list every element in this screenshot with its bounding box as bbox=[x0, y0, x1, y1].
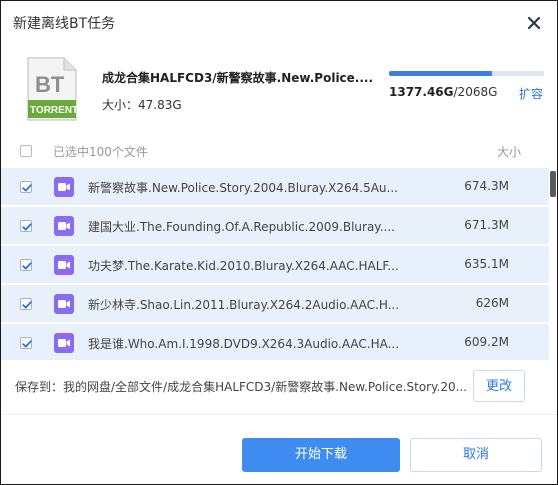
storage-progress-bar bbox=[389, 71, 544, 76]
video-file-icon bbox=[54, 255, 74, 275]
video-file-icon bbox=[54, 177, 74, 197]
close-icon[interactable] bbox=[527, 15, 541, 30]
storage-used: 1377.46G bbox=[389, 85, 454, 99]
size-column-header: 大小 bbox=[497, 145, 522, 159]
task-size: 大小：47.83G bbox=[102, 98, 182, 112]
file-list-header: 已选中100个文件 大小 bbox=[1, 136, 557, 166]
file-checkbox[interactable] bbox=[20, 259, 32, 271]
file-name: 新少林寺.Shao.Lin.2011.Bluray.X264.2Audio.AA… bbox=[88, 298, 400, 312]
file-checkbox[interactable] bbox=[20, 181, 32, 193]
file-row[interactable]: 新警察故事.New.Police.Story.2004.Bluray.X264.… bbox=[1, 168, 549, 206]
storage-progress-fill bbox=[389, 71, 493, 76]
file-row[interactable]: 功夫梦.The.Karate.Kid.2010.Bluray.X264.AAC.… bbox=[1, 246, 549, 284]
file-row[interactable]: 建国大业.The.Founding.Of.A.Republic.2009.Blu… bbox=[1, 207, 549, 245]
task-name: 成龙合集HALFCD3/新警察故事.New.Police.... bbox=[102, 71, 374, 85]
file-size: 674.3M bbox=[464, 179, 509, 193]
file-name: 建国大业.The.Founding.Of.A.Republic.2009.Blu… bbox=[88, 220, 395, 234]
file-size: 671.3M bbox=[464, 218, 509, 232]
cancel-button[interactable]: 取消 bbox=[410, 438, 542, 472]
torrent-badge-bottom: TORRENT bbox=[30, 105, 78, 116]
select-all-checkbox[interactable] bbox=[20, 145, 32, 157]
file-row[interactable]: 我是谁.Who.Am.I.1998.DVD9.X264.3Audio.AAC.H… bbox=[1, 324, 549, 360]
file-checkbox[interactable] bbox=[20, 298, 32, 310]
file-name: 我是谁.Who.Am.I.1998.DVD9.X264.3Audio.AAC.H… bbox=[88, 337, 400, 351]
file-size: 635.1M bbox=[464, 257, 509, 271]
storage-usage-text: 1377.46G/2068G bbox=[389, 85, 497, 99]
video-file-icon bbox=[54, 333, 74, 353]
file-checkbox[interactable] bbox=[20, 220, 32, 232]
change-path-button[interactable]: 更改 bbox=[473, 370, 525, 402]
storage-total: /2068G bbox=[453, 85, 498, 99]
torrent-file-icon: BT TORRENT bbox=[26, 56, 78, 122]
file-list-scrollbar[interactable] bbox=[550, 171, 556, 197]
file-list: 新警察故事.New.Police.Story.2004.Bluray.X264.… bbox=[1, 168, 549, 360]
file-name: 功夫梦.The.Karate.Kid.2010.Bluray.X264.AAC.… bbox=[88, 259, 399, 273]
selected-count-label: 已选中100个文件 bbox=[53, 145, 148, 159]
video-file-icon bbox=[54, 294, 74, 314]
file-checkbox[interactable] bbox=[20, 337, 32, 349]
new-bt-task-dialog: 新建离线BT任务 BT TORRENT 成龙合集HALFCD3/新警察故事.Ne… bbox=[0, 0, 558, 485]
title-bar: 新建离线BT任务 bbox=[1, 1, 557, 43]
save-path: 保存到：我的网盘/全部文件/成龙合集HALFCD3/新警察故事.New.Poli… bbox=[15, 380, 468, 394]
video-file-icon bbox=[54, 216, 74, 236]
file-size: 626M bbox=[475, 296, 509, 310]
divider bbox=[1, 414, 557, 415]
file-name: 新警察故事.New.Police.Story.2004.Bluray.X264.… bbox=[88, 181, 398, 195]
file-row[interactable]: 新少林寺.Shao.Lin.2011.Bluray.X264.2Audio.AA… bbox=[1, 285, 549, 323]
dialog-title: 新建离线BT任务 bbox=[13, 16, 116, 32]
torrent-badge-top: BT bbox=[35, 72, 65, 97]
file-size: 609.2M bbox=[464, 335, 509, 349]
expand-storage-link[interactable]: 扩容 bbox=[519, 85, 543, 102]
start-download-button[interactable]: 开始下载 bbox=[242, 438, 400, 472]
